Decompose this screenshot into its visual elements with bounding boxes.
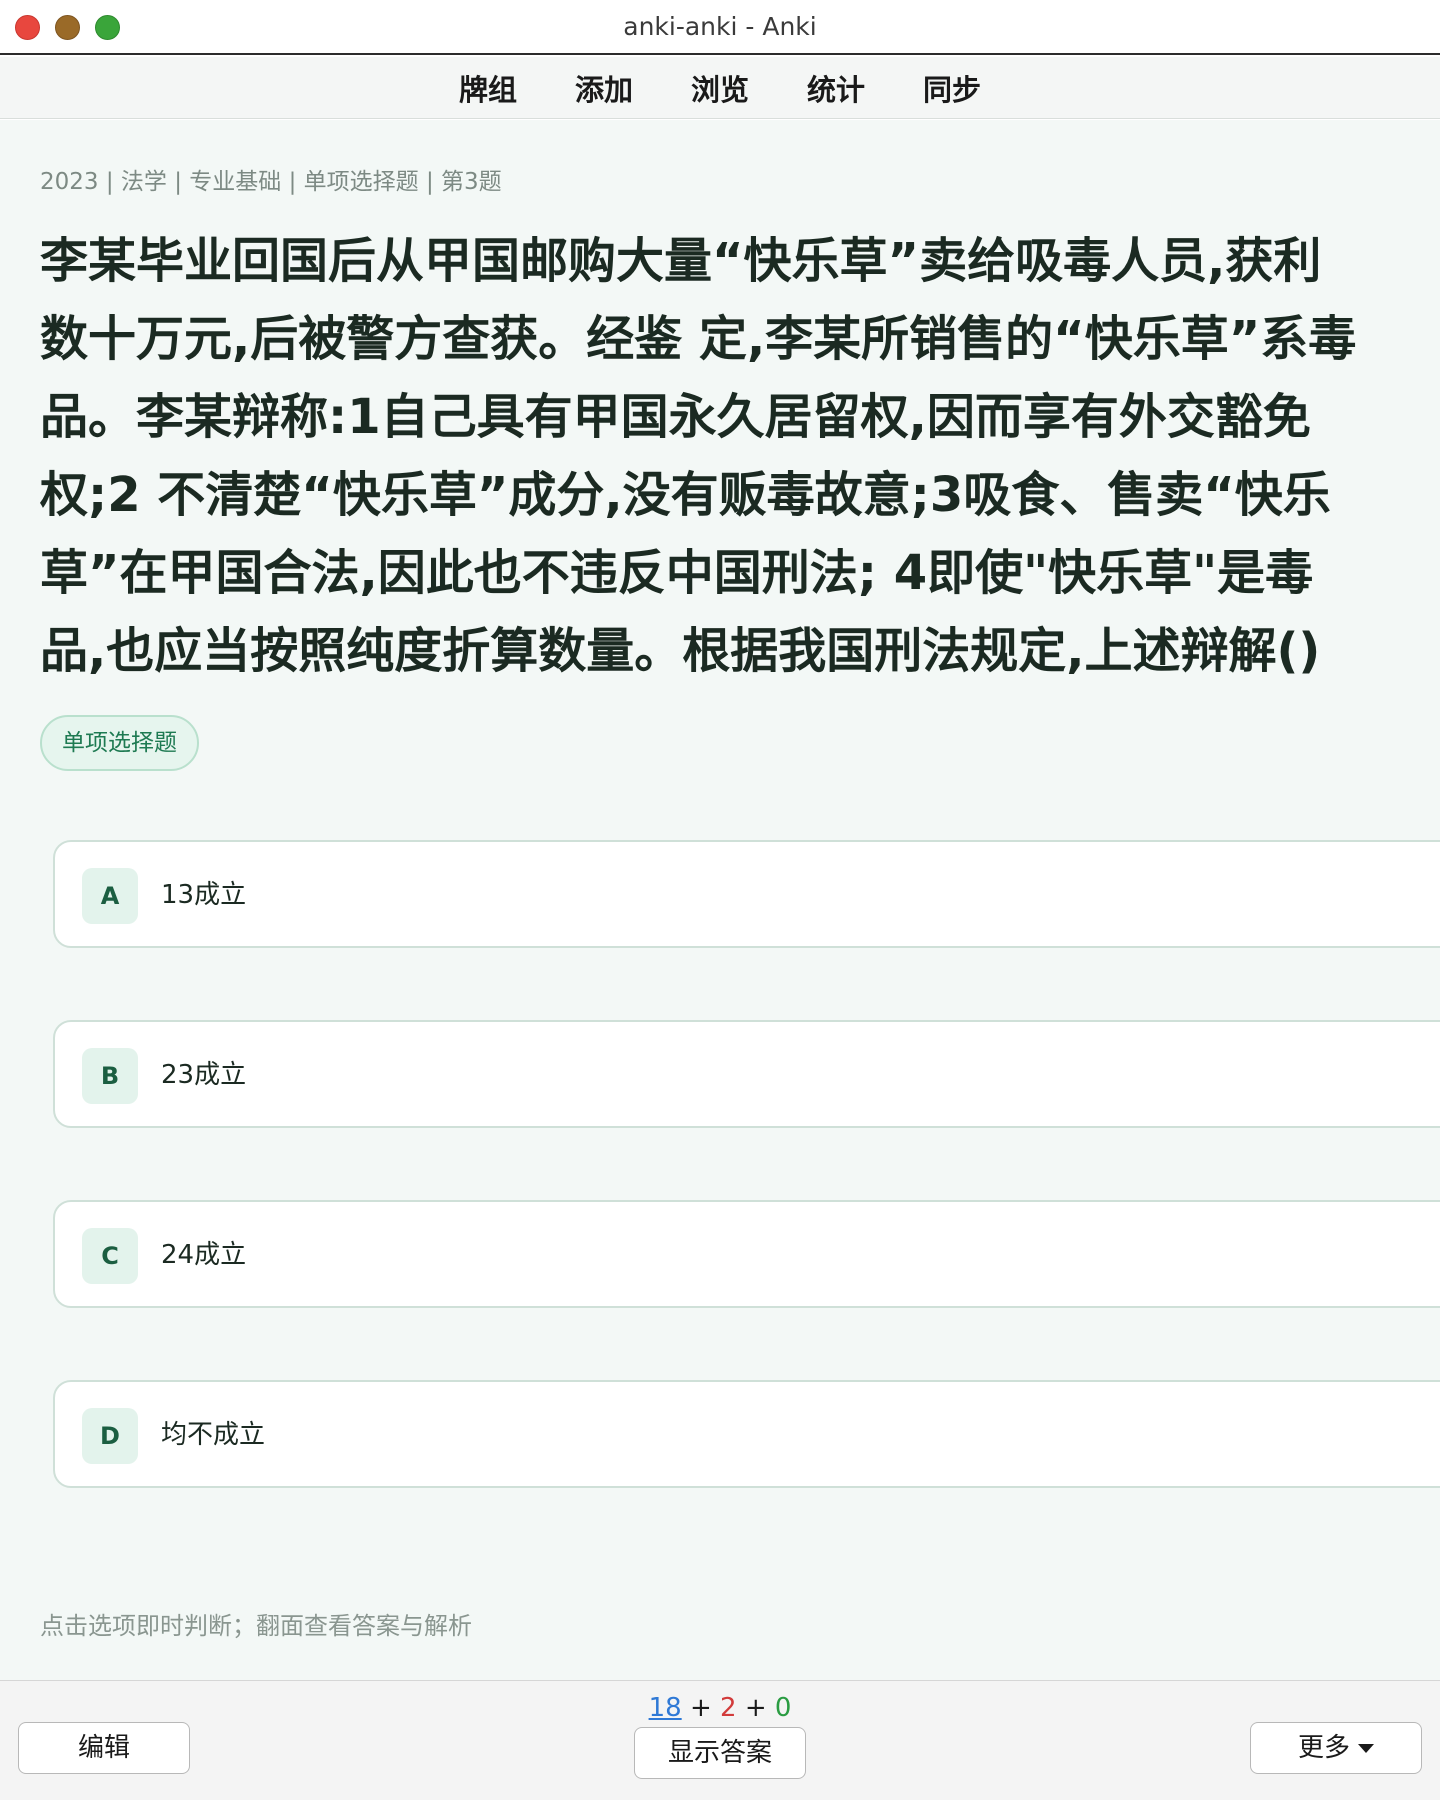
question-line: 数十万元,后被警方查获。经鉴 定,李某所销售的“快乐草”系毒	[40, 311, 1357, 367]
new-count[interactable]: 18	[649, 1693, 682, 1723]
option-b[interactable]: B 23成立	[53, 1020, 1440, 1128]
question-line: 品。李某辩称:1自己具有甲国永久居留权,因而享有外交豁免	[40, 389, 1311, 445]
option-text: 13成立	[161, 880, 247, 910]
question-type-tag: 单项选择题	[40, 715, 199, 771]
count-separator: +	[744, 1693, 767, 1723]
window-titlebar: anki-anki - Anki	[0, 0, 1440, 55]
question-line: 草”在甲国合法,因此也不违反中国刑法; 4即使"快乐草"是毒	[40, 545, 1314, 601]
option-letter: B	[82, 1048, 138, 1104]
toolbar-decks[interactable]: 牌组	[430, 67, 546, 109]
due-counts: 18 + 2 + 0	[0, 1693, 1440, 1723]
main-toolbar: 牌组 添加 浏览 统计 同步	[0, 57, 1440, 119]
option-text: 23成立	[161, 1060, 247, 1090]
breadcrumb: 2023 | 法学 | 专业基础 | 单项选择题 | 第3题	[40, 169, 502, 195]
learn-count: 2	[720, 1693, 737, 1723]
review-count: 0	[774, 1693, 792, 1723]
window-title: anki-anki - Anki	[623, 12, 817, 41]
option-c[interactable]: C 24成立	[53, 1200, 1440, 1308]
option-letter: D	[82, 1408, 138, 1464]
hint-text: 点击选项即时判断；翻面查看答案与解析	[40, 1612, 472, 1640]
count-separator: +	[689, 1693, 712, 1723]
toolbar-sync[interactable]: 同步	[894, 67, 1010, 109]
card-view: 2023 | 法学 | 专业基础 | 单项选择题 | 第3题 李某毕业回国后从甲…	[0, 120, 1440, 1680]
chevron-down-icon	[1358, 1744, 1374, 1753]
option-text: 均不成立	[161, 1420, 266, 1450]
show-answer-button[interactable]: 显示答案	[634, 1727, 806, 1779]
question-line: 品,也应当按照纯度折算数量。根据我国刑法规定,上述辩解()	[40, 623, 1321, 679]
toolbar-add[interactable]: 添加	[546, 67, 662, 109]
more-button[interactable]: 更多	[1250, 1722, 1422, 1774]
toolbar-browse[interactable]: 浏览	[662, 67, 778, 109]
option-letter: C	[82, 1228, 138, 1284]
option-d[interactable]: D 均不成立	[53, 1380, 1440, 1488]
edit-button[interactable]: 编辑	[18, 1722, 190, 1774]
more-button-label: 更多	[1297, 1733, 1350, 1763]
question-line: 权;2 不清楚“快乐草”成分,没有贩毒故意;3吸食、售卖“快乐	[40, 467, 1331, 523]
question-line: 李某毕业回国后从甲国邮购大量“快乐草”卖给吸毒人员,获利	[40, 233, 1322, 289]
option-text: 24成立	[161, 1240, 247, 1270]
option-a[interactable]: A 13成立	[53, 840, 1440, 948]
review-bottom-bar: 18 + 2 + 0 编辑 显示答案 更多	[0, 1680, 1440, 1800]
option-letter: A	[82, 868, 138, 924]
toolbar-stats[interactable]: 统计	[778, 67, 894, 109]
question-text: 李某毕业回国后从甲国邮购大量“快乐草”卖给吸毒人员,获利 数十万元,后被警方查获…	[40, 222, 1410, 690]
